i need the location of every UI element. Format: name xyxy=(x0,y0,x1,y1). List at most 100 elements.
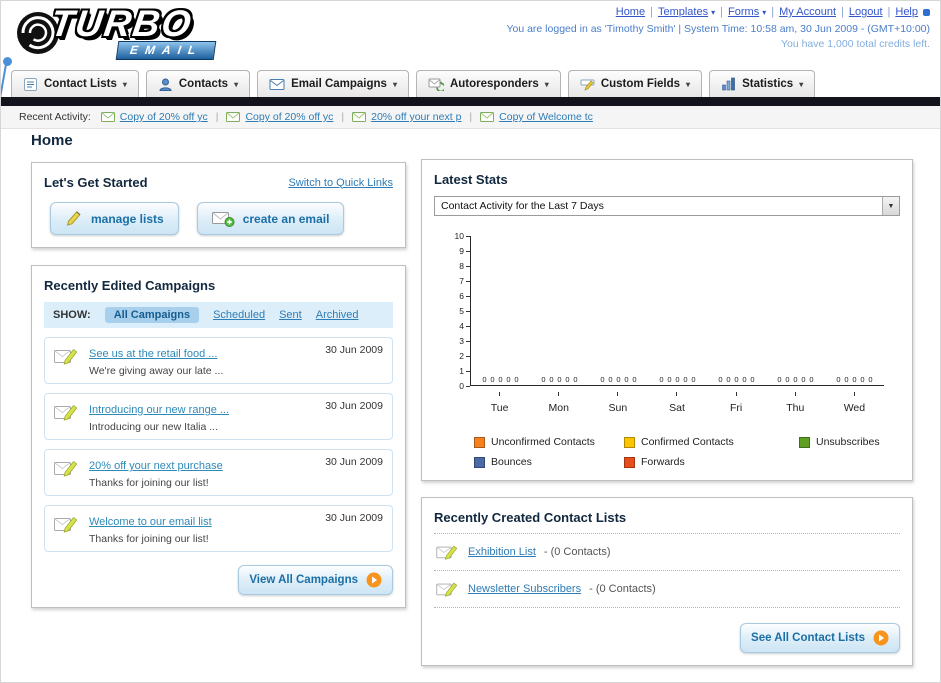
campaign-row[interactable]: Introducing our new range ... Introducin… xyxy=(44,393,393,440)
tab-archived[interactable]: Archived xyxy=(316,309,359,321)
recent-activity-item[interactable]: Copy of Welcome tc xyxy=(480,111,593,123)
nav-tab-contacts[interactable]: Contacts ▾ xyxy=(145,70,251,97)
nav-tab-autoresponders[interactable]: Autoresponders ▾ xyxy=(415,70,561,97)
help-bullet-icon xyxy=(923,8,930,16)
chart-groups: 00000000000000000000000000000000000 xyxy=(471,375,884,385)
nav-tab-contact-lists[interactable]: Contact Lists ▾ xyxy=(11,70,139,97)
top-link-logout[interactable]: Logout xyxy=(849,6,883,18)
y-tick-label: 5 xyxy=(459,306,470,316)
chevron-down-icon: ▾ xyxy=(122,79,127,89)
campaign-row[interactable]: 20% off your next purchase Thanks for jo… xyxy=(44,449,393,496)
envelope-pencil-icon xyxy=(436,582,458,597)
envelope-icon xyxy=(480,112,495,122)
chevron-down-icon: ▾ xyxy=(544,79,549,89)
envelope-pencil-icon xyxy=(54,516,78,533)
left-column: Let's Get Started Switch to Quick Links … xyxy=(31,162,406,608)
contact-list-link[interactable]: Newsletter Subscribers xyxy=(468,583,581,595)
switch-quick-links-link[interactable]: Switch to Quick Links xyxy=(288,177,393,189)
create-email-button[interactable]: create an email xyxy=(196,202,345,235)
bar-value-label: 0 xyxy=(793,375,798,384)
credits-info: You have 1,000 total credits left. xyxy=(780,38,930,50)
contact-list-row[interactable]: Exhibition List - (0 Contacts) xyxy=(434,534,900,571)
envelope-icon xyxy=(226,112,241,122)
campaign-texts: 20% off your next purchase Thanks for jo… xyxy=(89,456,316,489)
page: TURBO EMAIL Home | Templates ▾ | Forms ▾ | My … xyxy=(0,0,941,683)
stats-period-value: Contact Activity for the Last 7 Days xyxy=(441,200,604,212)
bar-value-label: 0 xyxy=(514,375,519,384)
top-link-forms[interactable]: Forms xyxy=(728,6,759,18)
campaign-row[interactable]: See us at the retail food ... We're givi… xyxy=(44,337,393,384)
chevron-down-icon: ▾ xyxy=(799,79,804,89)
y-tick-label: 2 xyxy=(459,351,470,361)
separator: | xyxy=(771,6,775,18)
right-column: Latest Stats Contact Activity for the La… xyxy=(421,159,913,666)
contact-lists-icon xyxy=(24,77,37,91)
campaigns-filter-bar: SHOW: All Campaigns Scheduled Sent Archi… xyxy=(44,302,393,328)
contact-list-link[interactable]: Exhibition List xyxy=(468,546,536,558)
nav-tab-label: Contacts xyxy=(178,78,229,90)
latest-stats-title: Latest Stats xyxy=(434,172,508,187)
tab-all-campaigns[interactable]: All Campaigns xyxy=(104,307,200,323)
top-link-templates[interactable]: Templates xyxy=(658,6,708,18)
view-all-campaigns-button[interactable]: View All Campaigns xyxy=(238,565,393,595)
recent-activity-item[interactable]: Copy of 20% off yc xyxy=(226,111,333,123)
y-tick-label: 3 xyxy=(459,336,470,346)
recent-activity-label: Recent Activity: xyxy=(19,111,91,123)
separator: | xyxy=(841,6,844,18)
legend-swatch-icon xyxy=(799,436,810,448)
campaign-title-link[interactable]: Welcome to our email list xyxy=(89,516,212,528)
campaign-texts: Introducing our new range ... Introducin… xyxy=(89,400,316,433)
bar-value-label: 0 xyxy=(667,375,672,384)
contact-list-row[interactable]: Newsletter Subscribers - (0 Contacts) xyxy=(434,571,900,608)
nav-tab-email-campaigns[interactable]: Email Campaigns ▾ xyxy=(257,70,409,97)
campaign-title-link[interactable]: 20% off your next purchase xyxy=(89,460,223,472)
see-all-contact-lists-button[interactable]: See All Contact Lists xyxy=(740,623,900,653)
bar-value-label: 0 xyxy=(498,375,503,384)
contact-list-detail: - (0 Contacts) xyxy=(543,546,611,558)
manage-lists-button[interactable]: manage lists xyxy=(50,202,179,235)
stats-period-dropdown[interactable]: Contact Activity for the Last 7 Days ▼ xyxy=(434,196,900,216)
separator: | xyxy=(341,111,345,123)
campaign-row[interactable]: Welcome to our email list Thanks for joi… xyxy=(44,505,393,552)
tab-sent[interactable]: Sent xyxy=(279,309,302,321)
recent-activity-text: 20% off your next p xyxy=(371,111,462,123)
bar-value-label: 0 xyxy=(852,375,857,384)
tab-scheduled[interactable]: Scheduled xyxy=(213,309,265,321)
top-link-my-account[interactable]: My Account xyxy=(779,6,836,18)
bar-value-label: 0 xyxy=(659,375,664,384)
x-axis-label: Mon xyxy=(529,392,588,424)
top-link-help[interactable]: Help xyxy=(895,6,918,18)
campaign-subtitle: Introducing our new Italia ... xyxy=(89,421,218,433)
recent-activity-item[interactable]: Copy of 20% off yc xyxy=(100,111,208,123)
top-links: Home | Templates ▾ | Forms ▾ | My Account | Logo… xyxy=(506,6,930,18)
recently-edited-campaigns-panel: Recently Edited Campaigns SHOW: All Camp… xyxy=(31,265,406,608)
bar-value-label: 0 xyxy=(608,375,613,384)
contacts-icon xyxy=(159,78,172,91)
app-logo[interactable]: TURBO EMAIL xyxy=(15,3,217,61)
recent-activity-item[interactable]: 20% off your next p xyxy=(352,111,461,123)
bar-value-label: 0 xyxy=(624,375,629,384)
nav-divider-bar xyxy=(1,97,940,106)
campaign-title-link[interactable]: Introducing our new range ... xyxy=(89,404,229,416)
envelope-pencil-icon xyxy=(54,404,78,421)
bar-value-label: 0 xyxy=(675,375,680,384)
logo-text: TURBO EMAIL xyxy=(48,3,217,61)
nav-tab-custom-fields[interactable]: Custom Fields ▾ xyxy=(567,70,703,97)
bar-value-label: 0 xyxy=(801,375,806,384)
campaign-title-link[interactable]: See us at the retail food ... xyxy=(89,348,217,360)
header-right: Home | Templates ▾ | Forms ▾ | My Account | Logo… xyxy=(506,6,930,50)
bar-value-label: 0 xyxy=(785,375,790,384)
y-tick-label: 1 xyxy=(459,366,470,376)
chart-plot: 00000000000000000000000000000000000 xyxy=(470,236,884,386)
legend-swatch-icon xyxy=(474,436,485,448)
bar-value-label: 0 xyxy=(860,375,865,384)
x-axis-label: Tue xyxy=(470,392,529,424)
nav-tab-statistics[interactable]: Statistics ▾ xyxy=(709,70,816,97)
chevron-down-icon: ▾ xyxy=(234,79,239,89)
legend-item: Forwards xyxy=(624,456,799,468)
top-link-home[interactable]: Home xyxy=(616,6,645,18)
login-info: You are logged in as 'Timothy Smith' | S… xyxy=(506,23,930,35)
legend-item: Unconfirmed Contacts xyxy=(474,436,624,448)
legend-label: Forwards xyxy=(641,456,685,468)
legend-swatch-icon xyxy=(624,456,635,468)
